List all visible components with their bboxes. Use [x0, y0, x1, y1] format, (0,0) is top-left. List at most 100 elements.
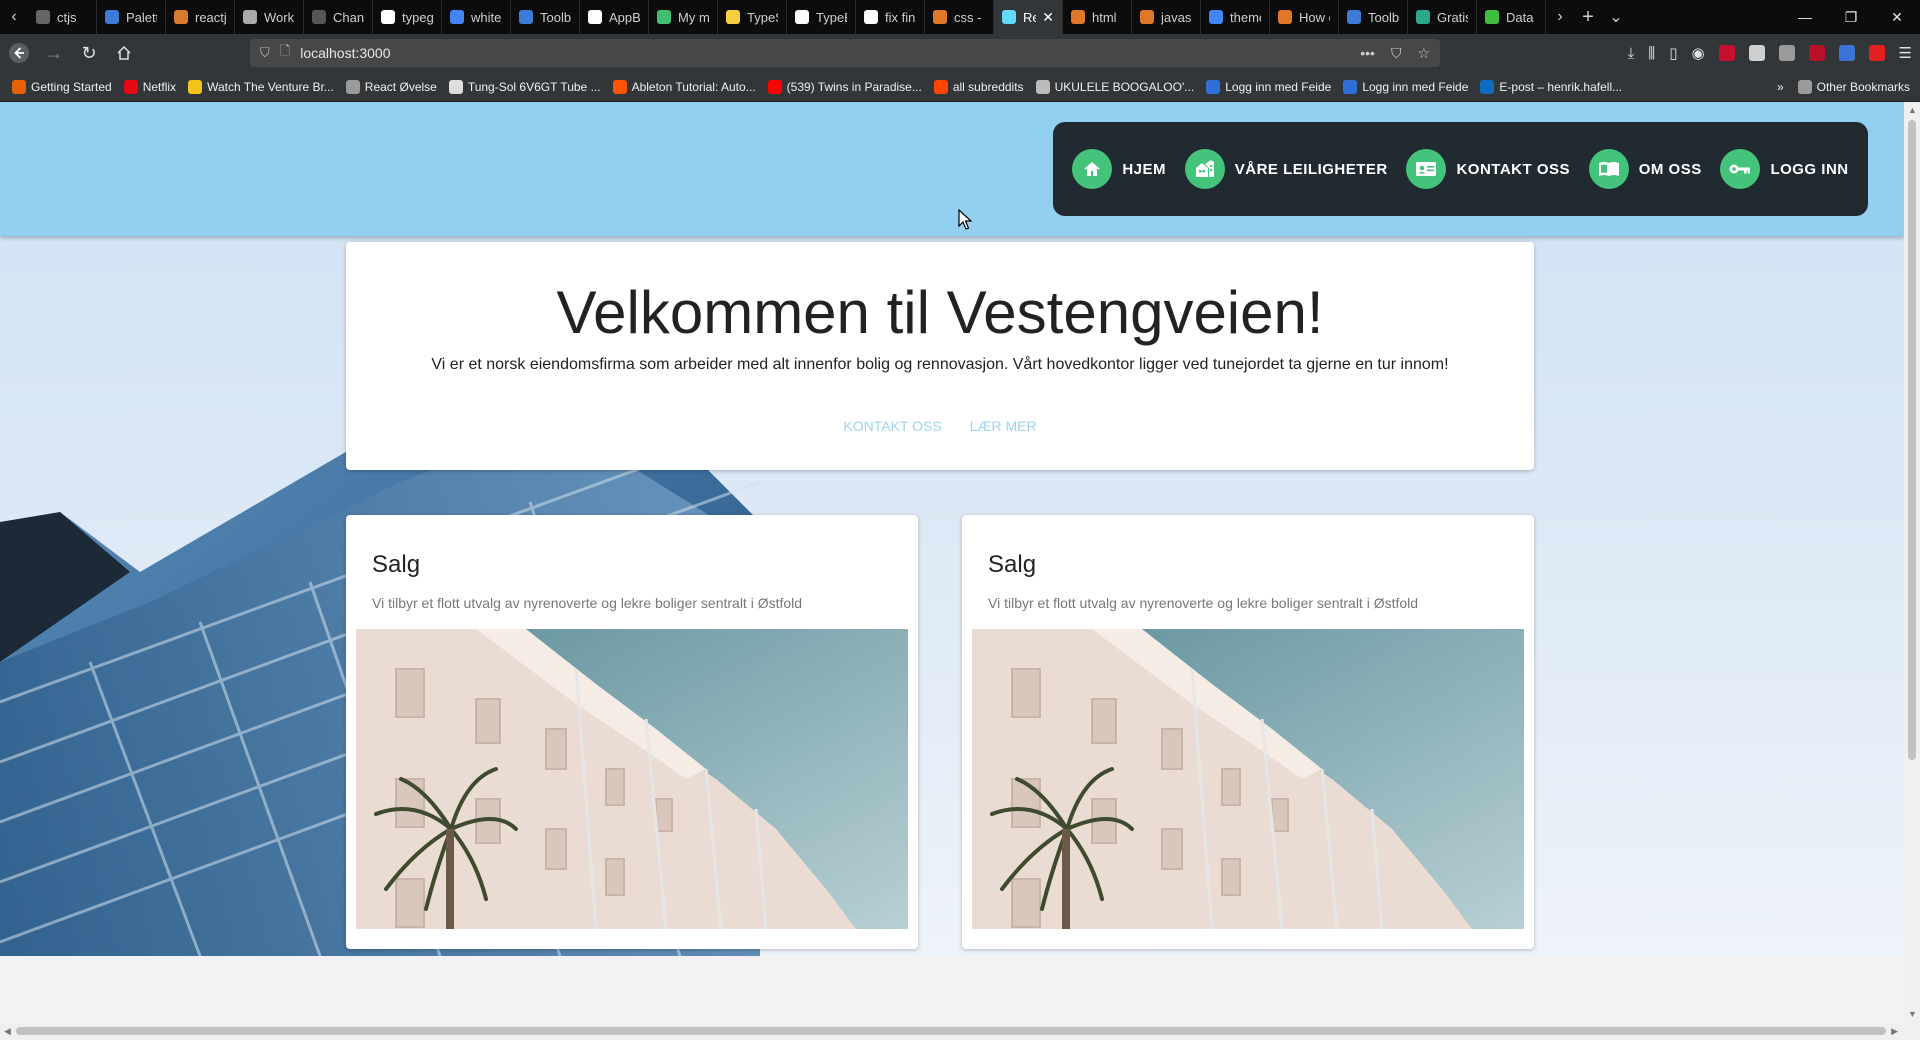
nav-item-om-oss[interactable]: OM OSS	[1588, 149, 1702, 189]
nav-item-vare-leiligheter[interactable]: VÅRE LEILIGHETER	[1184, 149, 1388, 189]
vertical-scrollbar[interactable]: ▲ ▼	[1904, 102, 1920, 1022]
tab-title: typeg	[402, 9, 433, 25]
bookmark-item[interactable]: all subreddits	[933, 79, 1024, 94]
toolbar-icons: ⤓ ⫼ ▯ ◉ ☰	[1628, 34, 1912, 72]
lastpass-icon[interactable]	[1808, 45, 1825, 61]
pdf-icon[interactable]	[1868, 45, 1885, 61]
ublock-icon[interactable]	[1718, 45, 1735, 61]
browser-tab-strip: ‹ ctjs Palette reactjs Work Changelog typeg wh…	[0, 0, 1920, 34]
tab-favicon-icon	[657, 10, 671, 24]
pocket-icon[interactable]: ⛉	[1391, 45, 1402, 62]
browser-tab[interactable]: Re ✕	[994, 0, 1063, 34]
browser-tab[interactable]: css - h	[925, 0, 994, 34]
bookmark-item[interactable]: Getting Started	[12, 79, 112, 94]
bookmarks-bar: Getting Started Netflix Watch The Venture …	[0, 72, 1920, 102]
browser-tab[interactable]: Work	[235, 0, 304, 34]
library-icon[interactable]: ⫼	[1648, 45, 1655, 62]
browser-tab[interactable]: How c	[1270, 0, 1339, 34]
vertical-scroll-thumb[interactable]	[1908, 120, 1916, 760]
reload-icon[interactable]: ↻	[73, 37, 105, 69]
bookmark-item[interactable]: (539) Twins in Paradise...	[767, 79, 922, 94]
shield-icon[interactable]: ⛉	[260, 45, 270, 61]
bookmark-favicon-icon	[1206, 79, 1221, 94]
tab-scroll-left-icon[interactable]: ‹	[0, 0, 28, 34]
card-building-image	[972, 629, 1524, 929]
url-bar[interactable]: ⛉ 🗋 localhost:3000 ••• ⛉ ☆	[250, 39, 1440, 67]
bookmark-favicon-icon	[767, 79, 782, 94]
card-title: Salg	[988, 551, 1037, 578]
welcome-text: Vi er et norsk eiendomsfirma som arbeide…	[431, 356, 1449, 373]
browser-tab[interactable]: Gratis	[1408, 0, 1477, 34]
sidebar-icon[interactable]: ▯	[1669, 44, 1677, 62]
home-icon[interactable]	[108, 37, 140, 69]
page-actions-icon[interactable]: •••	[1360, 45, 1375, 62]
horizontal-scroll-thumb[interactable]	[16, 1027, 1886, 1035]
browser-tab[interactable]: typeg	[373, 0, 442, 34]
browser-tab[interactable]: AppB	[580, 0, 649, 34]
browser-tab[interactable]: javasc	[1132, 0, 1201, 34]
privacy-badger-icon[interactable]	[1748, 45, 1765, 61]
close-tab-icon[interactable]: ✕	[1042, 9, 1054, 26]
more-bookmarks-icon[interactable]: »	[1777, 80, 1784, 94]
browser-tab[interactable]: ctjs	[28, 0, 97, 34]
download-icon[interactable]: ⤓	[1628, 45, 1635, 62]
nav-item-logg-inn[interactable]: LOGG INN	[1720, 149, 1848, 189]
bookmark-item[interactable]: Logg inn med Feide	[1206, 79, 1331, 94]
browser-tab[interactable]: reactjs	[166, 0, 235, 34]
browser-tab[interactable]: white	[442, 0, 511, 34]
forward-icon[interactable]: →	[38, 37, 70, 69]
listing-card[interactable]: Salg Vi tilbyr et flott utvalg av nyreno…	[346, 515, 918, 949]
browser-tab[interactable]: TypeS	[718, 0, 787, 34]
tab-list-dropdown-icon[interactable]: ⌄	[1602, 0, 1630, 34]
browser-tab[interactable]: fix fin	[856, 0, 925, 34]
bookmark-item[interactable]: Watch The Venture Br...	[188, 79, 334, 94]
bookmark-item[interactable]: Netflix	[123, 79, 176, 94]
browser-tab[interactable]: Toolb	[1339, 0, 1408, 34]
horizontal-scrollbar[interactable]: ◀ ▶	[0, 1022, 1920, 1040]
browser-tab[interactable]: Palette	[97, 0, 166, 34]
back-icon[interactable]	[3, 37, 35, 69]
bookmark-item[interactable]: Tung-Sol 6V6GT Tube ...	[448, 79, 601, 94]
close-window-icon[interactable]: ✕	[1874, 0, 1920, 34]
browser-tab[interactable]: TypeE	[787, 0, 856, 34]
tab-title: Work	[264, 9, 295, 25]
listing-card[interactable]: Salg Vi tilbyr et flott utvalg av nyreno…	[962, 515, 1534, 949]
browser-tab[interactable]: html	[1063, 0, 1132, 34]
nav-item-hjem[interactable]: HJEM	[1072, 149, 1166, 189]
tab-scroll-right-icon[interactable]: ›	[1546, 0, 1574, 34]
page-icon: 🗋	[279, 43, 291, 58]
browser-tab[interactable]: Data |	[1477, 0, 1546, 34]
folder-icon	[1797, 79, 1812, 94]
menu-icon[interactable]: ☰	[1899, 44, 1912, 62]
url-text[interactable]: localhost:3000	[300, 45, 390, 61]
bookmark-item[interactable]: React Øvelse	[345, 79, 437, 94]
browser-tab[interactable]: Toolb	[511, 0, 580, 34]
new-tab-icon[interactable]: +	[1574, 0, 1602, 34]
browser-tab[interactable]: Changelog	[304, 0, 373, 34]
contact-us-button[interactable]: KONTAKT OSS	[841, 414, 943, 438]
browser-tab[interactable]: theme	[1201, 0, 1270, 34]
bookmark-item[interactable]: Ableton Tutorial: Auto...	[612, 79, 756, 94]
scroll-right-icon[interactable]: ▶	[1891, 1026, 1898, 1037]
restore-icon[interactable]: ❐	[1828, 0, 1874, 34]
bookmark-star-icon[interactable]: ☆	[1417, 45, 1430, 62]
translate-icon[interactable]	[1838, 45, 1855, 61]
scroll-down-icon[interactable]: ▼	[1908, 1009, 1917, 1019]
learn-more-button[interactable]: LÆR MER	[968, 414, 1039, 438]
tab-title: Data |	[1506, 9, 1537, 25]
scroll-up-icon[interactable]: ▲	[1908, 105, 1917, 115]
extension-icon[interactable]	[1778, 45, 1795, 61]
bookmark-item[interactable]: Logg inn med Feide	[1343, 79, 1468, 94]
tab-title: How c	[1299, 9, 1330, 25]
nav-item-kontakt-oss[interactable]: KONTAKT OSS	[1406, 149, 1570, 189]
scroll-left-icon[interactable]: ◀	[4, 1026, 11, 1037]
bookmark-item[interactable]: E-post – henrik.hafell...	[1480, 79, 1622, 94]
tab-title: ctjs	[57, 9, 77, 25]
browser-tab[interactable]: My m	[649, 0, 718, 34]
home-icon	[1072, 149, 1113, 189]
minimize-icon[interactable]: —	[1782, 0, 1828, 34]
bookmark-item[interactable]: UKULELE BOOGALOO'...	[1035, 79, 1194, 94]
site-header: HJEM VÅRE LEILIGHETER KONTAKT OSS OM OSS	[0, 102, 1904, 236]
account-icon[interactable]: ◉	[1691, 44, 1704, 62]
other-bookmarks[interactable]: Other Bookmarks	[1797, 79, 1910, 94]
